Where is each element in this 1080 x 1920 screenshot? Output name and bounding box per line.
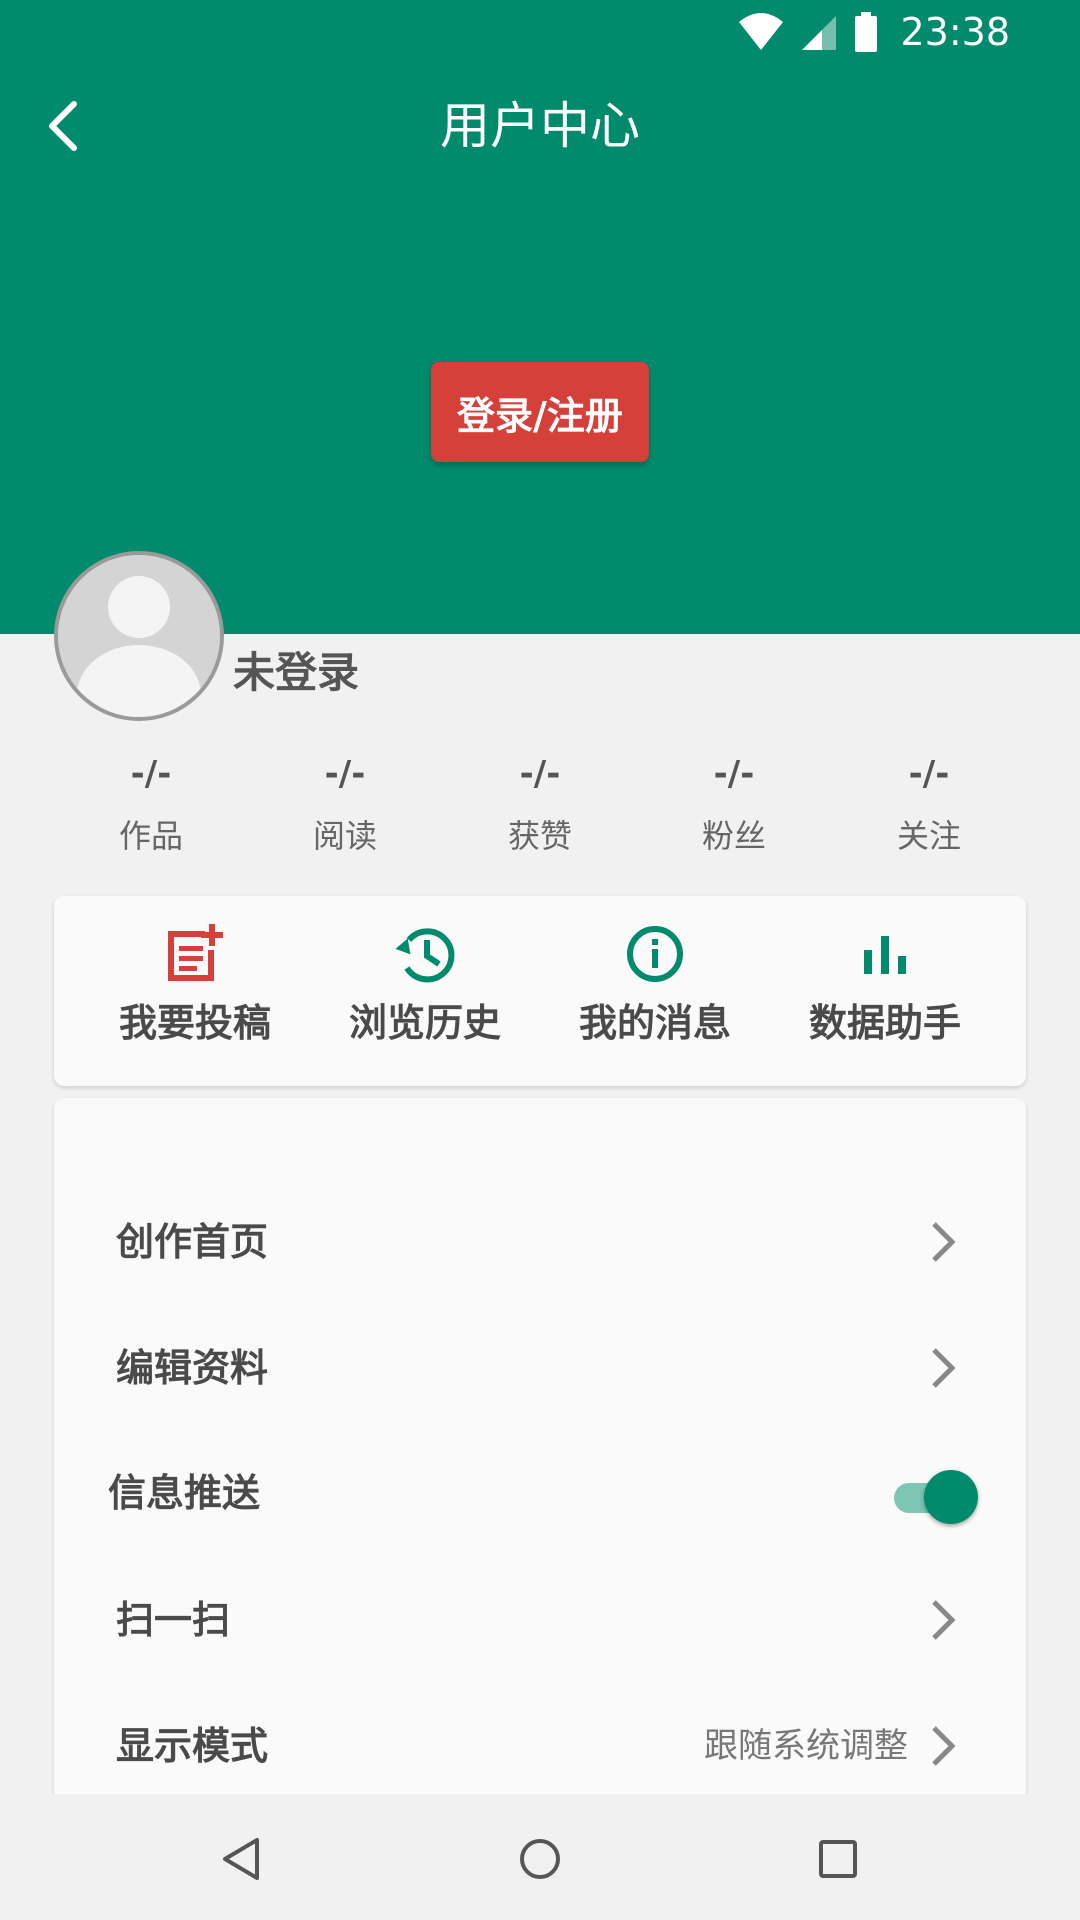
quick-action-label: 我的消息 bbox=[578, 1001, 731, 1045]
avatar[interactable] bbox=[54, 551, 224, 721]
system-nav-bar bbox=[0, 1794, 1080, 1920]
menu-item-display-mode[interactable]: 显示模式 跟随系统调整 bbox=[54, 1691, 1026, 1801]
menu-item-push-notifications: 信息推送 bbox=[54, 1438, 1026, 1548]
quick-action-label: 浏览历史 bbox=[348, 1001, 501, 1045]
menu-item-scan[interactable]: 扫一扫 bbox=[54, 1565, 1026, 1675]
status-icons: 23:38 bbox=[738, 10, 1010, 54]
battery-icon bbox=[855, 12, 878, 52]
switch-thumb bbox=[924, 1470, 978, 1524]
menu-item-label: 信息推送 bbox=[108, 1471, 261, 1515]
chevron-right-icon bbox=[932, 1726, 956, 1766]
menu-item-create-home[interactable]: 创作首页 bbox=[54, 1187, 1026, 1297]
stat-value: -/- bbox=[908, 754, 950, 794]
status-bar: 23:38 bbox=[0, 0, 1080, 64]
info-icon-wrap bbox=[625, 924, 685, 984]
toolbar: 用户中心 bbox=[0, 64, 1080, 188]
login-register-button[interactable]: 登录/注册 bbox=[431, 362, 649, 462]
nav-recents-icon bbox=[819, 1840, 857, 1878]
browse-history-button[interactable]: 浏览历史 bbox=[325, 896, 525, 1086]
bar-chart-icon bbox=[864, 936, 906, 974]
menu-item-edit-profile[interactable]: 编辑资料 bbox=[54, 1313, 1026, 1423]
stat-label: 关注 bbox=[896, 817, 961, 855]
status-time: 23:38 bbox=[900, 10, 1010, 54]
stat-reads[interactable]: -/- 阅读 bbox=[285, 750, 405, 860]
menu-item-label: 创作首页 bbox=[116, 1220, 269, 1264]
post-add-icon bbox=[168, 924, 223, 981]
nav-recents-button[interactable] bbox=[803, 1824, 873, 1894]
display-mode-value: 跟随系统调整 bbox=[704, 1726, 908, 1766]
menu-item-label: 扫一扫 bbox=[116, 1598, 231, 1642]
stat-value: -/- bbox=[130, 754, 172, 794]
cellular-signal-icon bbox=[802, 16, 837, 50]
header-banner: 23:38 用户中心 登录/注册 bbox=[0, 0, 1080, 634]
nav-home-icon bbox=[520, 1839, 560, 1879]
stat-value: -/- bbox=[324, 754, 366, 794]
quick-action-label: 数据助手 bbox=[808, 1001, 961, 1045]
push-toggle-switch[interactable] bbox=[894, 1468, 978, 1524]
stat-label: 作品 bbox=[118, 817, 183, 855]
menu-item-label: 编辑资料 bbox=[116, 1346, 269, 1390]
username: 未登录 bbox=[233, 648, 360, 697]
stat-following[interactable]: -/- 关注 bbox=[869, 750, 989, 860]
nav-back-icon bbox=[223, 1838, 259, 1880]
my-messages-button[interactable]: 我的消息 bbox=[555, 896, 755, 1086]
stat-value: -/- bbox=[713, 754, 755, 794]
wifi-icon bbox=[739, 13, 784, 50]
chevron-right-icon bbox=[932, 1222, 956, 1262]
chevron-right-icon bbox=[932, 1348, 956, 1388]
stats-row: -/- 作品 -/- 阅读 -/- 获赞 -/- 粉丝 -/- 关注 bbox=[0, 750, 1080, 860]
data-assistant-button[interactable]: 数据助手 bbox=[785, 896, 985, 1086]
stat-likes[interactable]: -/- 获赞 bbox=[480, 750, 600, 860]
stat-works[interactable]: -/- 作品 bbox=[91, 750, 211, 860]
post-add-icon-wrap bbox=[165, 924, 225, 984]
quick-actions-card: 我要投稿 浏览历史 我的消息 数据助手 bbox=[54, 896, 1026, 1086]
default-avatar-icon bbox=[58, 555, 220, 717]
page-title: 用户中心 bbox=[440, 97, 640, 155]
bar-chart-icon-wrap bbox=[855, 924, 915, 984]
nav-back-button[interactable] bbox=[207, 1824, 277, 1894]
quick-action-label: 我要投稿 bbox=[118, 1001, 271, 1045]
chevron-right-icon bbox=[932, 1600, 956, 1640]
settings-menu-card: 创作首页 编辑资料 信息推送 扫一扫 显示模式 跟随系统调整 bbox=[54, 1098, 1026, 1798]
stat-label: 粉丝 bbox=[701, 817, 766, 855]
submit-post-button[interactable]: 我要投稿 bbox=[95, 896, 295, 1086]
history-icon bbox=[395, 928, 455, 983]
info-icon bbox=[627, 926, 683, 982]
stat-label: 阅读 bbox=[312, 817, 377, 855]
nav-home-button[interactable] bbox=[505, 1824, 575, 1894]
menu-item-label: 显示模式 bbox=[116, 1724, 269, 1768]
history-icon-wrap bbox=[395, 924, 455, 984]
stat-value: -/- bbox=[519, 754, 561, 794]
stat-label: 获赞 bbox=[507, 817, 572, 855]
stat-fans[interactable]: -/- 粉丝 bbox=[674, 750, 794, 860]
